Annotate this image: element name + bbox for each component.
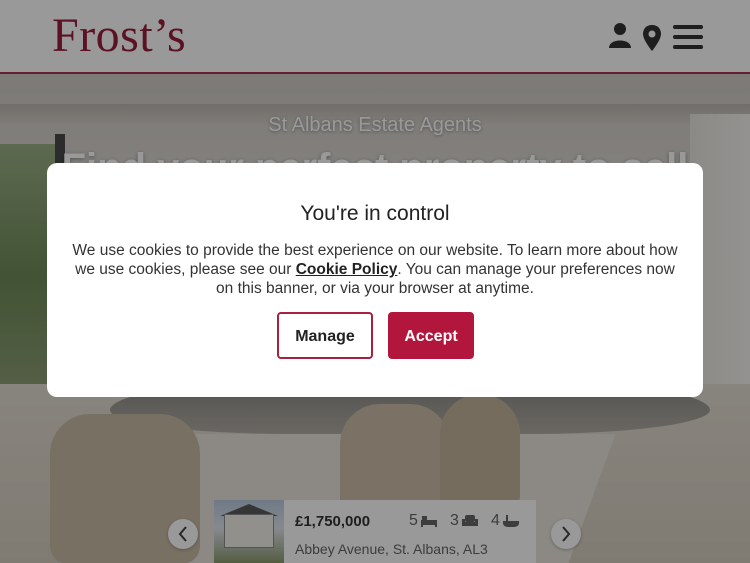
cookie-dialog-title: You're in control bbox=[300, 202, 450, 225]
cookie-policy-link[interactable]: Cookie Policy bbox=[296, 261, 398, 278]
cookie-dialog-text: We use cookies to provide the best exper… bbox=[69, 241, 681, 298]
cookie-consent-dialog: You're in control We use cookies to prov… bbox=[47, 163, 703, 397]
accept-cookies-button[interactable]: Accept bbox=[388, 312, 474, 359]
manage-cookies-button[interactable]: Manage bbox=[277, 312, 373, 359]
